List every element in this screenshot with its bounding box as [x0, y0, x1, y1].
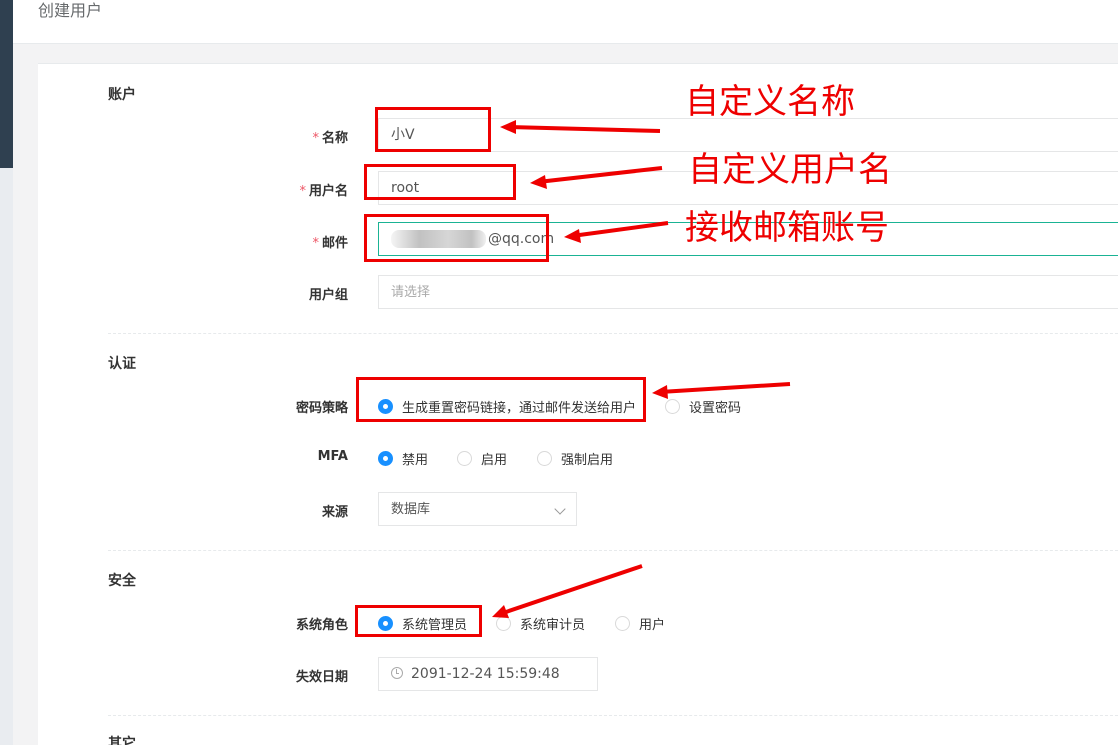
annotation-arrowhead: [530, 175, 547, 189]
annotation-arrowhead: [492, 605, 509, 618]
annotation-arrows: [492, 120, 791, 618]
annotation-arrow-email: [571, 221, 669, 238]
annotation-arrow-password-strategy: [659, 382, 791, 394]
annotation-arrow-username: [537, 166, 663, 184]
annotation-arrow-name: [508, 125, 661, 133]
annotation-arrowhead: [564, 229, 581, 243]
annotation-arrow-system-role: [499, 564, 643, 616]
annotation-arrowhead: [652, 385, 668, 399]
annotation-arrowhead: [500, 120, 516, 134]
